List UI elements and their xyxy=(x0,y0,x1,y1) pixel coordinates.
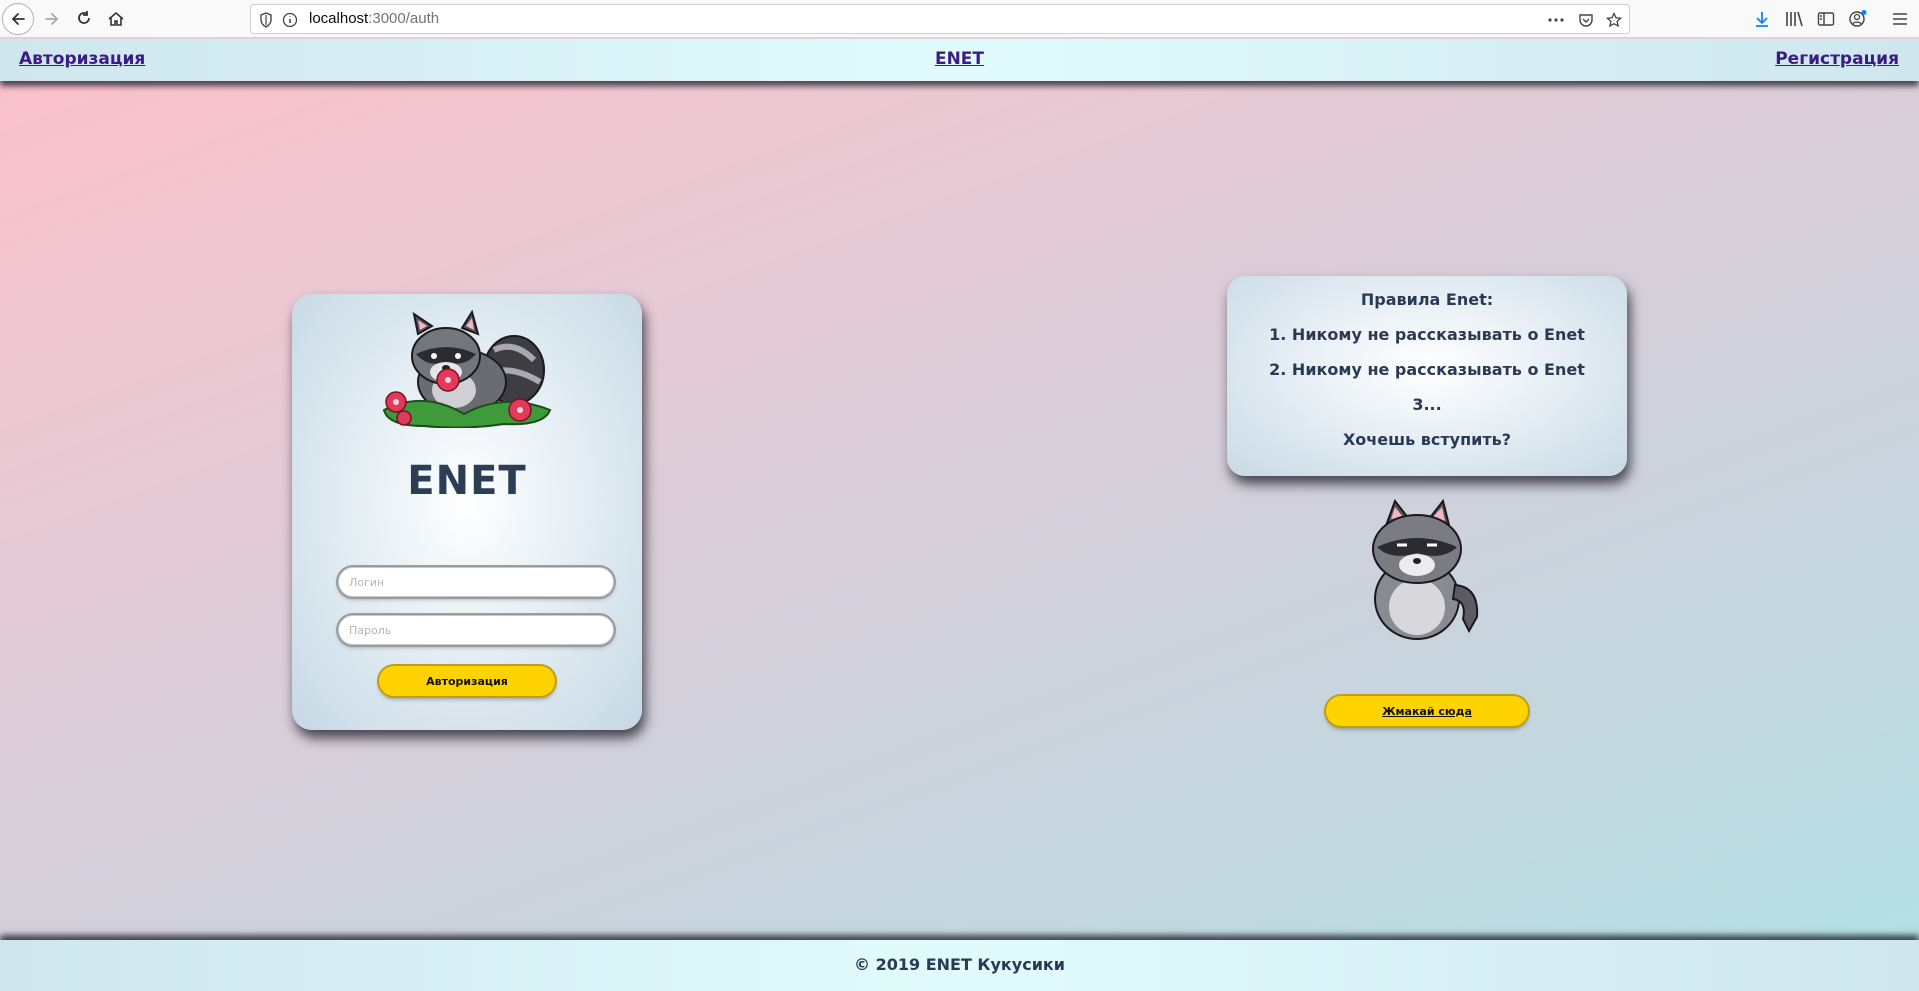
url-path: :3000/auth xyxy=(368,10,440,27)
login-input[interactable] xyxy=(338,567,614,597)
raccoon-flowers-image xyxy=(382,310,552,428)
footer-text: © 2019 ENET Кукусики xyxy=(854,955,1065,974)
url-host: localhost xyxy=(309,10,369,27)
account-icon[interactable] xyxy=(1847,8,1869,30)
raccoon-pointing-image xyxy=(1372,498,1479,640)
sidebar-icon[interactable] xyxy=(1815,8,1837,30)
rule-item: 2. Никому не рассказывать о Enet xyxy=(1269,360,1585,379)
password-input[interactable] xyxy=(338,615,614,645)
home-icon xyxy=(108,11,124,26)
rule-item: 3... xyxy=(1412,395,1442,414)
url-bar[interactable]: localhost:3000/auth xyxy=(250,4,1630,34)
more-icon[interactable] xyxy=(1547,11,1565,29)
auth-link[interactable]: Авторизация xyxy=(19,49,145,69)
forward-arrow-icon xyxy=(45,13,59,25)
url-text: localhost:3000/auth xyxy=(309,10,439,27)
rules-card: Правила Enet: 1. Никому не рассказывать … xyxy=(1227,276,1627,476)
brand-link[interactable]: ENET xyxy=(935,49,984,69)
menu-icon[interactable] xyxy=(1889,8,1911,30)
rule-item: 1. Никому не рассказывать о Enet xyxy=(1269,325,1585,344)
browser-toolbar: localhost:3000/auth xyxy=(0,0,1919,38)
login-button[interactable]: Авторизация xyxy=(379,666,555,696)
star-icon[interactable] xyxy=(1605,11,1623,29)
auth-title: ENET xyxy=(407,458,527,504)
forward-button[interactable] xyxy=(36,3,68,35)
rules-heading: Правила Enet: xyxy=(1360,290,1494,309)
site-header: Авторизация ENET Регистрация xyxy=(0,39,1919,81)
home-button[interactable] xyxy=(100,3,132,35)
reload-icon xyxy=(78,11,90,24)
back-arrow-icon xyxy=(11,13,25,25)
auth-card: ENET Авторизация xyxy=(292,294,642,730)
reload-button[interactable] xyxy=(68,3,100,35)
join-button[interactable]: Жмакай сюда xyxy=(1326,696,1528,726)
library-icon[interactable] xyxy=(1783,8,1805,30)
rules-question: Хочешь вступить? xyxy=(1342,430,1512,449)
back-button[interactable] xyxy=(2,3,34,35)
page-content: Авторизация ENET Регистрация ENET Логин … xyxy=(0,39,1919,991)
register-link[interactable]: Регистрация xyxy=(1775,49,1899,69)
brand-link-wrapper: ENET xyxy=(0,49,1919,69)
shield-icon[interactable] xyxy=(257,11,275,29)
site-footer: © 2019 ENET Кукусики xyxy=(0,940,1919,991)
download-icon[interactable] xyxy=(1751,8,1773,30)
pocket-icon[interactable] xyxy=(1577,11,1595,29)
info-icon[interactable] xyxy=(281,11,299,29)
